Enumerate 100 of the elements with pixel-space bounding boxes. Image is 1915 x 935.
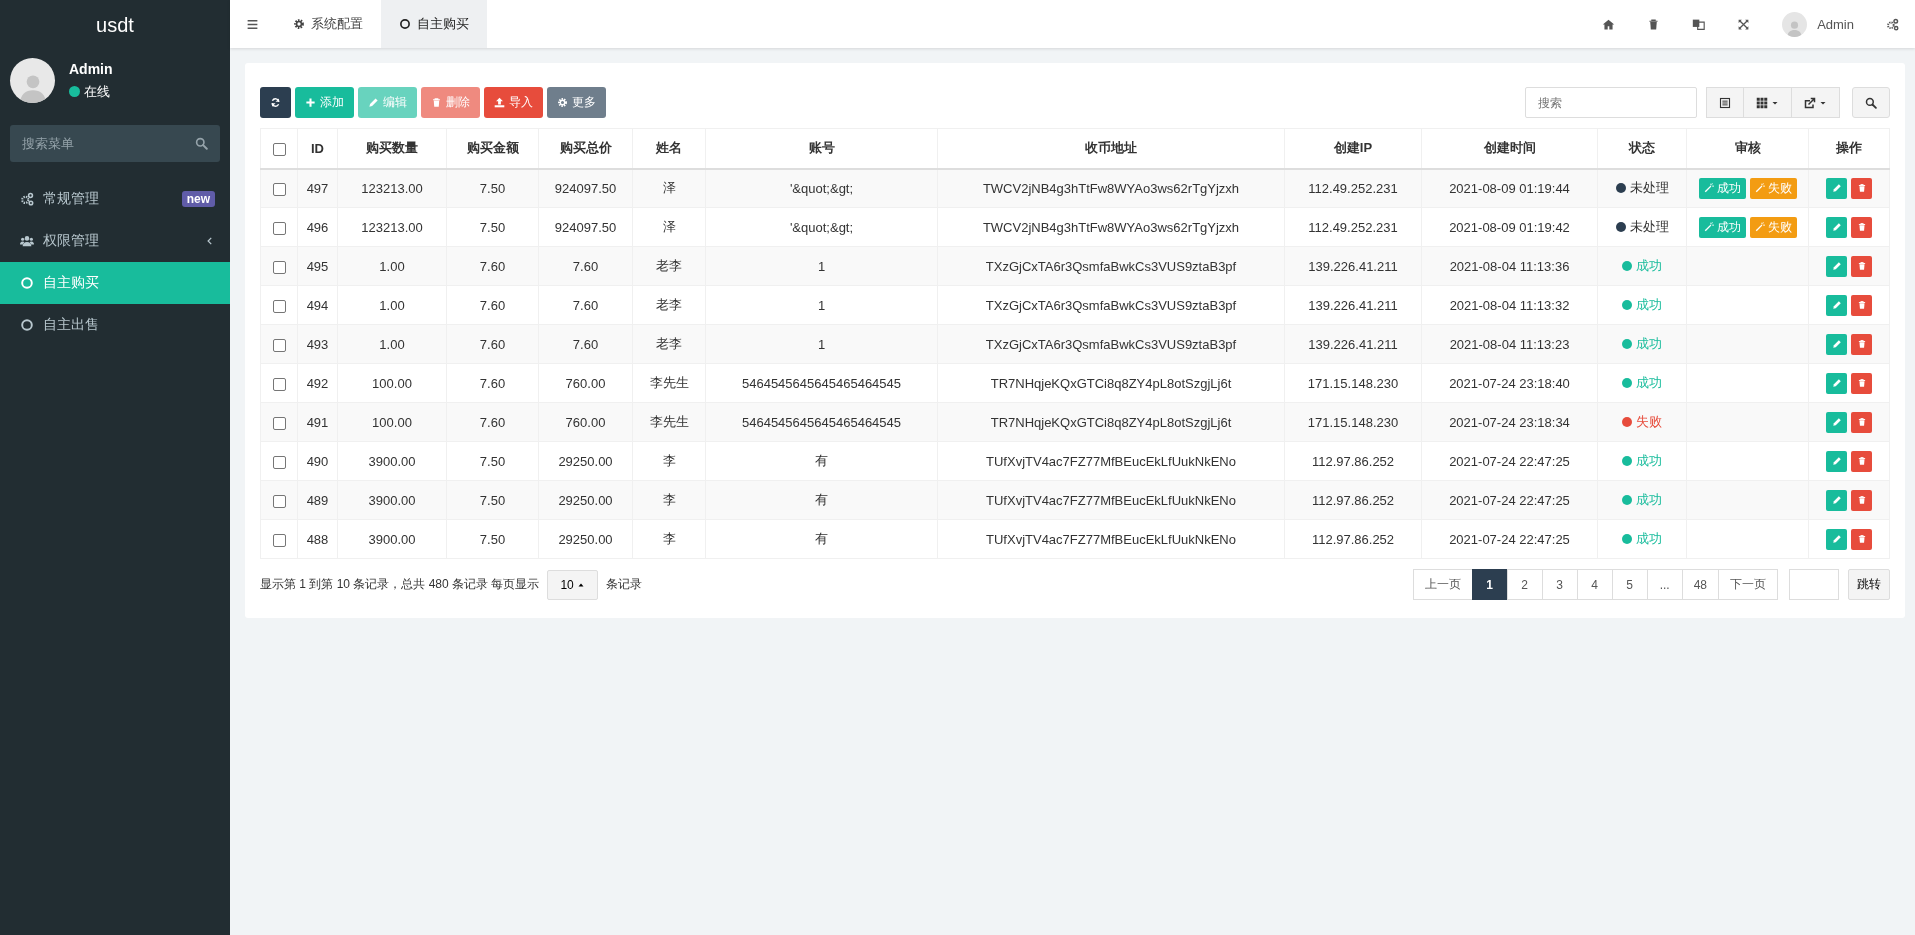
delete-button[interactable]: [1851, 177, 1872, 199]
delete-button[interactable]: [1851, 294, 1872, 316]
table-cell: TXzGjCxTA6r3QsmfaBwkCs3VUS9ztaB3pf: [937, 324, 1285, 364]
delete-button[interactable]: [1851, 372, 1872, 394]
user-name[interactable]: Admin: [1817, 16, 1854, 32]
table-cell: 100.00: [337, 402, 447, 442]
import-button[interactable]: 导入: [484, 87, 543, 118]
page-button[interactable]: 5: [1611, 569, 1648, 600]
columns-button[interactable]: [1743, 87, 1792, 118]
table-cell: 112.49.252.231: [1284, 207, 1422, 247]
column-header[interactable]: 状态: [1597, 128, 1687, 169]
export-button[interactable]: [1791, 87, 1840, 118]
edit-button[interactable]: [1826, 333, 1847, 355]
status-dot: [1622, 378, 1632, 388]
page-button[interactable]: 2: [1506, 569, 1543, 600]
avatar-icon: [1782, 11, 1808, 37]
table-cell: 有: [705, 519, 938, 559]
more-button[interactable]: 更多: [547, 87, 606, 118]
search-button[interactable]: [1852, 87, 1890, 118]
table-cell: 488: [297, 519, 338, 559]
tab[interactable]: 系统配置: [275, 0, 381, 48]
refresh-icon: [270, 97, 281, 108]
pencil-icon: [1831, 183, 1842, 194]
export-icon: [1804, 96, 1816, 109]
table-cell: 7.60: [538, 246, 633, 286]
edit-button[interactable]: [1826, 372, 1847, 394]
row-checkbox[interactable]: [272, 182, 286, 196]
edit-button[interactable]: [1826, 489, 1847, 511]
table-cell: 29250.00: [538, 480, 633, 520]
table-cell: 1.00: [337, 285, 447, 325]
column-header[interactable]: 购买数量: [337, 128, 447, 169]
sidebar-item[interactable]: 权限管理: [0, 220, 230, 262]
select-all-checkbox[interactable]: [272, 142, 286, 156]
toggle-view-button[interactable]: [1706, 87, 1744, 118]
edit-button[interactable]: [1826, 528, 1847, 550]
table-cell: 7.50: [446, 441, 539, 481]
page-button[interactable]: 1: [1471, 569, 1508, 600]
page-button[interactable]: 4: [1576, 569, 1613, 600]
status-dot: [1622, 534, 1632, 544]
edit-button[interactable]: [1826, 177, 1847, 199]
table-cell: 3900.00: [337, 441, 447, 481]
table-cell: 2021-08-04 11:13:32: [1421, 285, 1598, 325]
row-checkbox[interactable]: [272, 299, 286, 313]
table-cell: 494: [297, 285, 338, 325]
table-cell: 2021-07-24 23:18:40: [1421, 363, 1598, 403]
trash-icon: [1856, 534, 1867, 544]
delete-button[interactable]: [1851, 411, 1872, 433]
status-dot: [1615, 222, 1626, 232]
edit-button[interactable]: [1826, 294, 1847, 316]
search-field[interactable]: 搜索: [1525, 87, 1697, 118]
table-cell: 1.00: [337, 324, 447, 364]
row-checkbox[interactable]: [272, 338, 286, 352]
refresh-button[interactable]: [260, 87, 291, 118]
table-cell: TXzGjCxTA6r3QsmfaBwkCs3VUS9ztaB3pf: [937, 285, 1285, 325]
page-button[interactable]: 上一页: [1412, 569, 1473, 600]
page-number-field[interactable]: [1789, 569, 1839, 600]
row-checkbox[interactable]: [272, 260, 286, 274]
column-header[interactable]: 姓名: [632, 128, 706, 169]
delete-button[interactable]: [1851, 333, 1872, 355]
column-header[interactable]: ID: [297, 128, 338, 169]
table-cell: 有: [705, 480, 938, 520]
table-cell: 29250.00: [538, 441, 633, 481]
column-header[interactable]: 收币地址: [937, 128, 1285, 169]
column-header[interactable]: 创建时间: [1421, 128, 1598, 169]
page-button[interactable]: 下一页: [1718, 569, 1778, 600]
column-header[interactable]: 账号: [705, 128, 938, 169]
row-checkbox[interactable]: [272, 221, 286, 235]
edit-button[interactable]: [1826, 450, 1847, 472]
column-header[interactable]: 审核: [1686, 128, 1809, 169]
page-button[interactable]: 3: [1541, 569, 1578, 600]
jump-button[interactable]: 跳转: [1848, 569, 1890, 600]
page-button[interactable]: 48: [1681, 569, 1719, 600]
page-size-dropdown[interactable]: 10: [547, 569, 598, 600]
row-checkbox[interactable]: [272, 455, 286, 469]
column-header[interactable]: 购买总价: [538, 128, 633, 169]
delete-button[interactable]: [1851, 216, 1872, 238]
tab[interactable]: 自主购买: [381, 0, 487, 48]
table-cell: 493: [297, 324, 338, 364]
edit-button[interactable]: [1826, 411, 1847, 433]
row-checkbox[interactable]: [272, 416, 286, 430]
sidebar-item[interactable]: 常规管理 new: [0, 178, 230, 220]
search-icon: [195, 137, 208, 150]
table-cell: 7.60: [446, 402, 539, 442]
delete-button[interactable]: [1851, 255, 1872, 277]
delete-button[interactable]: [1851, 450, 1872, 472]
table-cell: 2021-07-24 22:47:25: [1421, 441, 1598, 481]
row-checkbox[interactable]: [272, 494, 286, 508]
column-header[interactable]: 创建IP: [1284, 128, 1422, 169]
menu-search-field[interactable]: 搜索菜单: [10, 125, 220, 162]
delete-button[interactable]: [1851, 528, 1872, 550]
page-button[interactable]: ...: [1646, 569, 1683, 600]
row-checkbox[interactable]: [272, 533, 286, 547]
delete-button[interactable]: [1851, 489, 1872, 511]
table-cell: 2021-07-24 23:18:34: [1421, 402, 1598, 442]
column-header[interactable]: 购买金额: [446, 128, 539, 169]
sidebar-item[interactable]: 自主出售: [0, 304, 230, 346]
edit-button[interactable]: [1826, 255, 1847, 277]
column-header[interactable]: 操作: [1808, 128, 1890, 169]
edit-button[interactable]: [1826, 216, 1847, 238]
row-checkbox[interactable]: [272, 377, 286, 391]
